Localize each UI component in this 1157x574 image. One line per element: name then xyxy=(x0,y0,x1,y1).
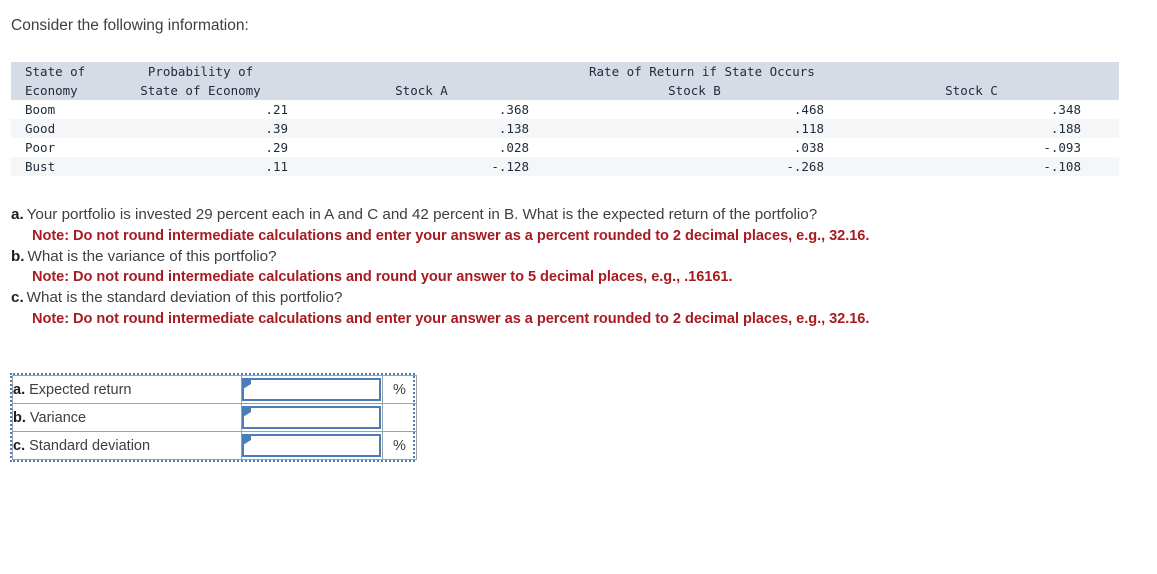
cell-stock-a: -.128 xyxy=(314,157,565,176)
answer-table-body: a. Expected return % b. Variance c. Stan… xyxy=(12,375,417,460)
cell-stock-c: -.093 xyxy=(862,138,1119,157)
table-row: Good .39 .138 .118 .188 xyxy=(11,119,1119,138)
question-c: c. What is the standard deviation of this… xyxy=(11,288,1151,309)
expected-return-input[interactable] xyxy=(242,378,381,401)
cell-stock-b: -.268 xyxy=(565,157,862,176)
cell-stock-a: .368 xyxy=(314,100,565,119)
answer-row-variance: b. Variance xyxy=(12,403,417,432)
input-shell-b xyxy=(242,406,381,429)
cell-state: Boom xyxy=(11,100,113,119)
cell-state: Good xyxy=(11,119,113,138)
question-b-text: What is the variance of this portfolio? xyxy=(27,247,277,265)
question-c-note: Note: Do not round intermediate calculat… xyxy=(32,310,870,327)
table-row: Poor .29 .028 .038 -.093 xyxy=(11,138,1119,157)
cell-state: Bust xyxy=(11,157,113,176)
header-probability-line1: Probability of xyxy=(113,62,314,81)
answer-marker-a: a. xyxy=(13,381,26,398)
header-stock-c: Stock C xyxy=(862,81,1119,100)
answer-label-text-b: Variance xyxy=(29,409,87,426)
input-shell-a xyxy=(242,378,381,401)
cell-stock-b: .038 xyxy=(565,138,862,157)
cell-stock-c: -.108 xyxy=(862,157,1119,176)
question-b-note: Note: Do not round intermediate calculat… xyxy=(32,269,733,285)
standard-deviation-input[interactable] xyxy=(242,434,381,457)
information-table: State of Probability of Rate of Return i… xyxy=(11,62,1119,176)
cell-probability: .39 xyxy=(113,119,314,138)
answer-marker-b: b. xyxy=(13,409,26,426)
answer-label-expected-return: a. Expected return xyxy=(12,375,242,404)
cell-state: Poor xyxy=(11,138,113,157)
cell-stock-b: .118 xyxy=(565,119,862,138)
cell-stock-a: .138 xyxy=(314,119,565,138)
table-header-row-2: Economy State of Economy Stock A Stock B… xyxy=(11,81,1119,100)
cell-stock-a: .028 xyxy=(314,138,565,157)
answer-label-standard-deviation: c. Standard deviation xyxy=(12,431,242,460)
variance-input[interactable] xyxy=(242,406,381,429)
header-state-line2: Economy xyxy=(11,81,113,100)
questions-list: a. Your portfolio is invested 29 percent … xyxy=(11,205,1151,330)
table-row: Boom .21 .368 .468 .348 xyxy=(11,100,1119,119)
question-b-marker: b. xyxy=(11,247,25,265)
cell-stock-c: .188 xyxy=(862,119,1119,138)
table-body: Boom .21 .368 .468 .348 Good .39 .138 .1… xyxy=(11,100,1119,176)
answer-row-standard-deviation: c. Standard deviation % xyxy=(12,431,417,460)
header-state-line1: State of xyxy=(11,62,113,81)
answer-form: a. Expected return % b. Variance c. Stan… xyxy=(10,373,417,462)
answer-label-variance: b. Variance xyxy=(12,403,242,432)
answer-unit-c: % xyxy=(382,431,417,460)
question-a-marker: a. xyxy=(11,206,24,223)
cell-probability: .11 xyxy=(113,157,314,176)
answer-input-cell-b xyxy=(241,403,383,432)
question-c-text: What is the standard deviation of this p… xyxy=(26,289,343,306)
answer-label-text-c: Standard deviation xyxy=(29,437,151,454)
page-intro-text: Consider the following information: xyxy=(11,17,249,34)
question-b: b. What is the variance of this portfolio… xyxy=(11,247,1151,268)
header-spacer-c xyxy=(862,62,1119,81)
cell-stock-b: .468 xyxy=(565,100,862,119)
cell-probability: .29 xyxy=(113,138,314,157)
answer-row-expected-return: a. Expected return % xyxy=(12,375,417,404)
header-spacer-a xyxy=(314,62,565,81)
information-table-container: State of Probability of Rate of Return i… xyxy=(11,62,1119,176)
question-c-marker: c. xyxy=(11,289,24,306)
answer-input-cell-a xyxy=(241,375,383,404)
input-shell-c xyxy=(242,434,381,457)
header-stock-b: Stock B xyxy=(565,81,862,100)
answer-label-text-a: Expected return xyxy=(29,381,132,398)
answer-unit-b xyxy=(382,403,417,432)
header-stock-a: Stock A xyxy=(314,81,565,100)
table-row: Bust .11 -.128 -.268 -.108 xyxy=(11,157,1119,176)
answer-marker-c: c. xyxy=(13,437,26,454)
question-a-note: Note: Do not round intermediate calculat… xyxy=(32,227,870,244)
cell-stock-c: .348 xyxy=(862,100,1119,119)
table-header-row-1: State of Probability of Rate of Return i… xyxy=(11,62,1119,81)
header-rate-of-return-span: Rate of Return if State Occurs xyxy=(565,62,862,81)
question-a: a. Your portfolio is invested 29 percent … xyxy=(11,205,1151,226)
table-head: State of Probability of Rate of Return i… xyxy=(11,62,1119,100)
question-a-text: Your portfolio is invested 29 percent ea… xyxy=(26,206,818,223)
cell-probability: .21 xyxy=(113,100,314,119)
answer-unit-a: % xyxy=(382,375,417,404)
answer-input-cell-c xyxy=(241,431,383,460)
header-probability-line2: State of Economy xyxy=(113,81,314,100)
answer-table: a. Expected return % b. Variance c. Stan… xyxy=(12,375,417,460)
